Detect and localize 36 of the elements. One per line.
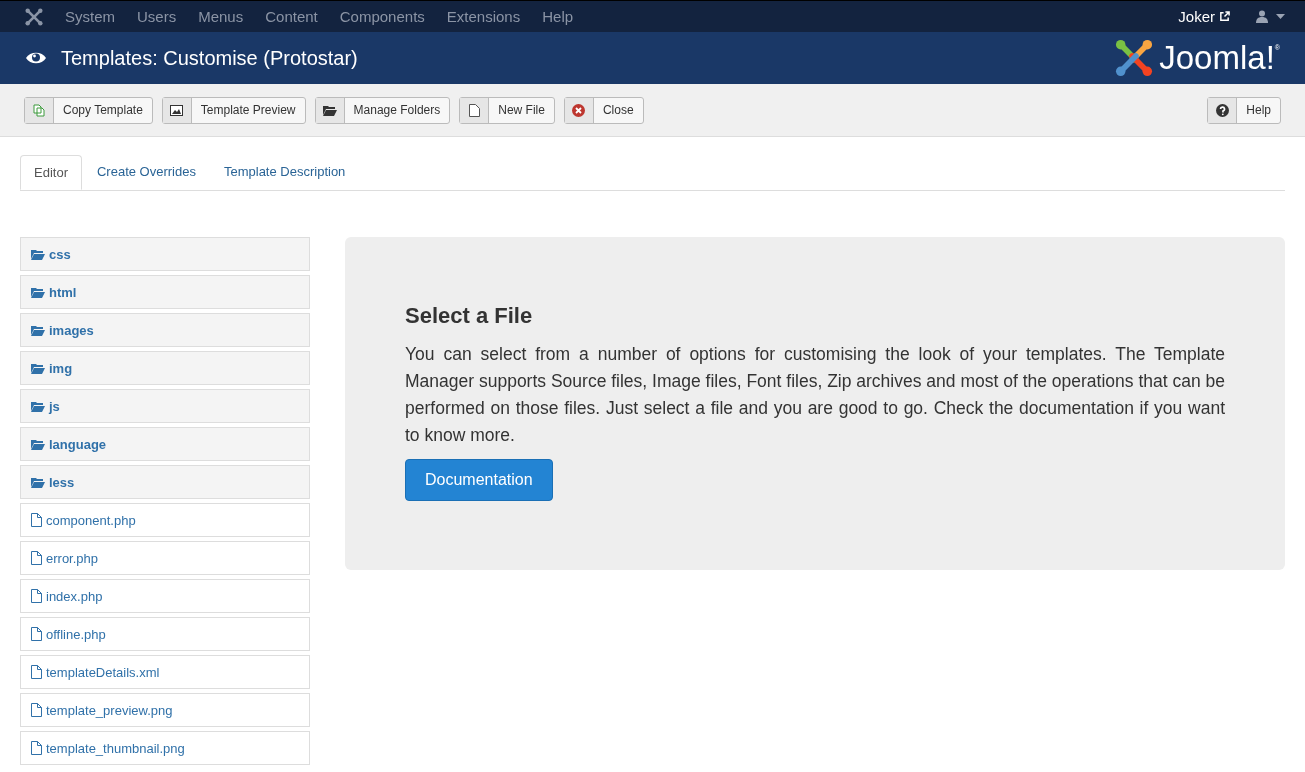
menu-item[interactable]: Content	[265, 8, 318, 25]
menu-item[interactable]: Components	[339, 8, 425, 25]
file-tree-item[interactable]: template_thumbnail.png	[20, 731, 310, 765]
toolbar-button[interactable]: Help	[1207, 96, 1281, 124]
menu-item[interactable]: Menus	[198, 8, 244, 25]
toolbar-button[interactable]: Copy Template	[24, 96, 153, 124]
site-link[interactable]: Joker	[1178, 8, 1230, 25]
file-tree-item[interactable]: less	[20, 465, 310, 499]
file-tree-item[interactable]: img	[20, 351, 310, 385]
file-tree-item[interactable]: index.php	[20, 579, 310, 613]
file-tree-item[interactable]: offline.php	[20, 617, 310, 651]
toolbar-button[interactable]: New File	[459, 96, 555, 124]
file-tree-item[interactable]: css	[20, 237, 310, 271]
file-tree-item[interactable]: images	[20, 313, 310, 347]
menu-item[interactable]: Users	[137, 8, 177, 25]
tab[interactable]: Create Overrides	[83, 155, 209, 190]
file-tree-item[interactable]: js	[20, 389, 310, 423]
menu-item[interactable]: Help	[542, 8, 574, 25]
panel-text: You can select from a number of options for customising the look of your templates. The Template Manager supports Source files, Image files, Font files, Zip archives and most of the operations that can be performed on those files. Just select a file and you are good to go. Check the documentation if you want to know more.	[405, 343, 1225, 447]
tab[interactable]: Template Description	[210, 155, 359, 190]
menu-item[interactable]: System	[65, 8, 115, 25]
file-tree-item[interactable]: error.php	[20, 541, 310, 575]
toolbar-button[interactable]: Manage Folders	[314, 96, 451, 124]
file-tree-item[interactable]: component.php	[20, 503, 310, 537]
toolbar-button[interactable]: Close	[563, 96, 644, 124]
page-title: Templates: Customise (Protostar)	[61, 46, 358, 70]
documentation-button[interactable]: Documentation	[405, 459, 553, 501]
logo-text: Joomla!	[1159, 39, 1275, 77]
menu-item[interactable]: Extensions	[446, 8, 521, 25]
toolbar-button[interactable]: Template Preview	[161, 96, 306, 124]
file-tree-item[interactable]: template_preview.png	[20, 693, 310, 727]
file-tree-item[interactable]: templateDetails.xml	[20, 655, 310, 689]
file-tree-item[interactable]: language	[20, 427, 310, 461]
panel-heading: Select a File	[405, 303, 534, 329]
file-tree-item[interactable]: html	[20, 275, 310, 309]
tab[interactable]: Editor	[20, 155, 82, 190]
